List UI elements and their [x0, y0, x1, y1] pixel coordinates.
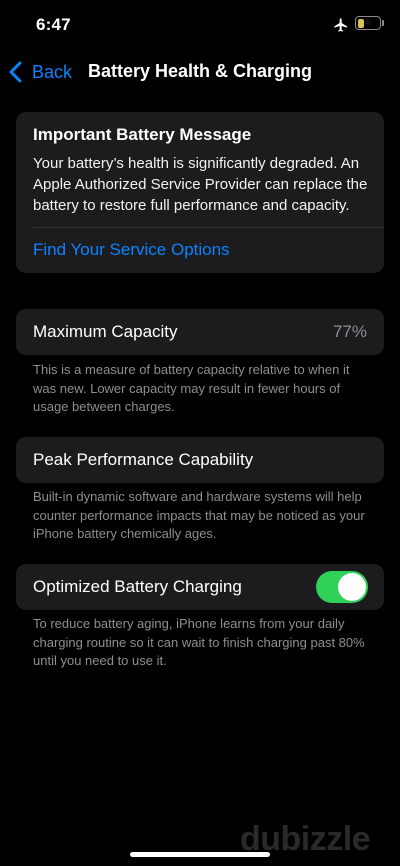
optimized-charging-toggle[interactable]: [316, 571, 368, 603]
peak-performance-row[interactable]: Peak Performance Capability: [16, 437, 384, 483]
peak-performance-label: Peak Performance Capability: [33, 450, 254, 469]
maximum-capacity-row: Maximum Capacity 77%: [16, 309, 384, 355]
home-indicator[interactable]: [130, 852, 270, 857]
battery-message-card: Important Battery Message Your battery’s…: [16, 112, 384, 273]
maximum-capacity-value: 77%: [332, 322, 367, 341]
airplane-mode-icon: [334, 18, 347, 32]
optimized-charging-label: Optimized Battery Charging: [33, 577, 242, 596]
maximum-capacity-footnote: This is a measure of battery capacity re…: [33, 362, 350, 414]
optimized-charging-row: Optimized Battery Charging: [16, 564, 384, 610]
find-service-options-link[interactable]: Find Your Service Options: [33, 240, 230, 260]
battery-level: 6: [365, 17, 371, 28]
navigation-bar: Back Battery Health & Charging: [0, 52, 400, 92]
maximum-capacity-label: Maximum Capacity: [33, 322, 178, 341]
optimized-charging-footnote: To reduce battery aging, iPhone learns f…: [33, 616, 365, 668]
message-title: Important Battery Message: [33, 125, 252, 144]
message-body: Your battery’s health is significantly d…: [33, 155, 368, 214]
status-time: 6:47: [36, 15, 71, 34]
status-bar: 6:47 6: [0, 0, 400, 50]
divider: [33, 227, 384, 228]
toggle-knob: [338, 573, 366, 601]
battery-cap: [382, 20, 384, 26]
page-title: Battery Health & Charging: [87, 61, 313, 81]
peak-performance-footnote: Built-in dynamic software and hardware s…: [33, 489, 365, 541]
